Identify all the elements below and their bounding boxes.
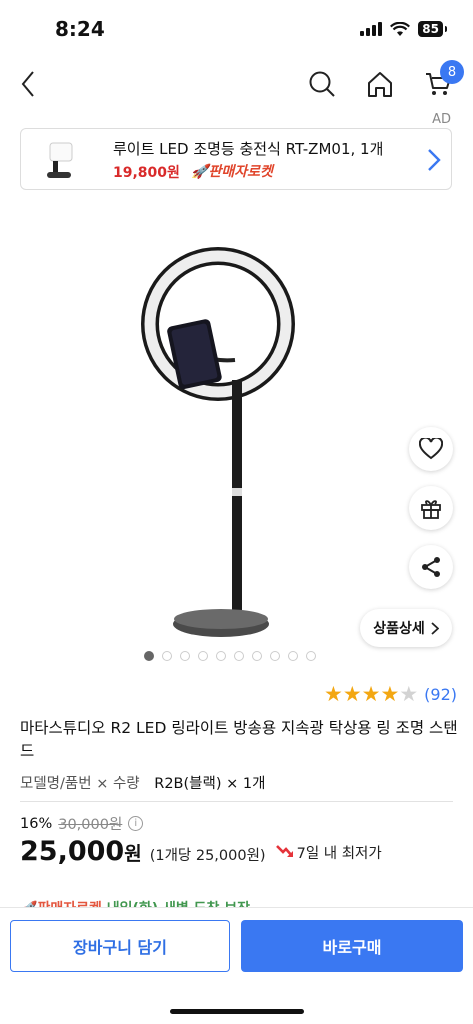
status-time: 8:24 [55,17,105,41]
product-image[interactable] [0,210,473,640]
star-icon: ★ [342,682,362,706]
sale-price: 25,000 [20,836,125,867]
home-indicator [170,1009,304,1014]
discount-row: 16% 30,000원 i [20,813,144,834]
pagination-dot[interactable] [180,651,190,661]
pagination-dot[interactable] [216,651,226,661]
share-button[interactable] [409,545,453,589]
ad-title: 루이트 LED 조명등 충전식 RT-ZM01, 1개 [113,140,384,158]
ad-rocket-badge: 🚀판매자로켓 [191,164,273,180]
heart-icon [419,438,443,460]
share-icon [422,557,440,577]
product-detail-button[interactable]: 상품상세 [360,609,452,647]
status-icons: 85 [360,21,447,37]
star-icon: ★ [380,682,400,706]
star-icon: ★ [399,682,419,706]
ad-banner[interactable]: 루이트 LED 조명등 충전식 RT-ZM01, 1개 19,800원 🚀판매자… [20,128,452,190]
option-value: R2B(블랙) × 1개 [154,776,266,792]
top-nav: 8 [0,60,473,110]
home-icon [368,72,392,97]
pagination-dot[interactable] [234,651,244,661]
bottom-action-bar: 장바구니 담기 바로구매 [0,907,473,1024]
pagination-dot[interactable] [288,651,298,661]
ad-price: 19,800원 [113,165,180,181]
image-pagination [144,651,316,661]
original-price: 30,000원 [58,817,123,833]
unit-price: (1개당 25,000원) [149,848,266,864]
pagination-dot[interactable] [252,651,262,661]
cart-count-badge: 8 [440,60,464,84]
chevron-right-icon [431,621,439,635]
info-icon[interactable]: i [128,816,144,831]
add-to-cart-button[interactable]: 장바구니 담기 [10,920,230,972]
search-icon [309,71,335,97]
star-icon: ★ [324,682,343,706]
product-page: 8:24 85 8 AD 루이트 LED 조명등 충전식 RT-ZM01, 1개… [0,0,473,1024]
pagination-dot[interactable] [162,651,172,661]
ad-label: AD [432,112,451,127]
trend-down-icon [275,845,293,857]
discount-rate: 16% [20,815,53,832]
price-currency: 원 [124,843,142,865]
rating-stars: ★ ★ ★ ★ ★ [324,683,418,705]
pagination-dot[interactable] [270,651,280,661]
gift-button[interactable] [409,486,453,530]
option-row[interactable]: 모델명/품번 × 수량 R2B(블랙) × 1개 [20,772,265,793]
chevron-left-icon [21,71,34,97]
divider [20,801,453,802]
buy-now-button[interactable]: 바로구매 [241,920,463,972]
status-bar: 8:24 85 [0,0,473,60]
back-button[interactable] [8,64,48,104]
wishlist-button[interactable] [409,427,453,471]
wifi-icon [390,21,411,36]
cart-button[interactable]: 8 [418,60,464,104]
lowest-price-badge: 7일 내 최저가 [275,842,382,863]
battery-icon: 85 [418,21,447,37]
rating[interactable]: ★ ★ ★ ★ ★ (92) [324,683,457,705]
search-button[interactable] [302,64,342,104]
gift-icon [421,500,441,519]
ad-product-thumbnail [47,142,73,178]
lowest-price-label: 7일 내 최저가 [296,845,382,862]
pagination-dot[interactable] [198,651,208,661]
home-button[interactable] [360,64,400,104]
cellular-signal-icon [360,22,383,36]
option-label: 모델명/품번 × 수량 [20,776,140,792]
review-count[interactable]: (92) [424,685,457,704]
product-detail-label: 상품상세 [373,621,425,637]
pagination-dot[interactable] [306,651,316,661]
price-row: 25,000 원 (1개당 25,000원) 7일 내 최저가 [20,836,382,867]
star-icon: ★ [361,682,381,706]
chevron-right-icon [428,149,441,171]
product-title: 마타스튜디오 R2 LED 링라이트 방송용 지속광 탁상용 링 조명 스탠드 [20,719,458,760]
pagination-dot[interactable] [144,651,154,661]
